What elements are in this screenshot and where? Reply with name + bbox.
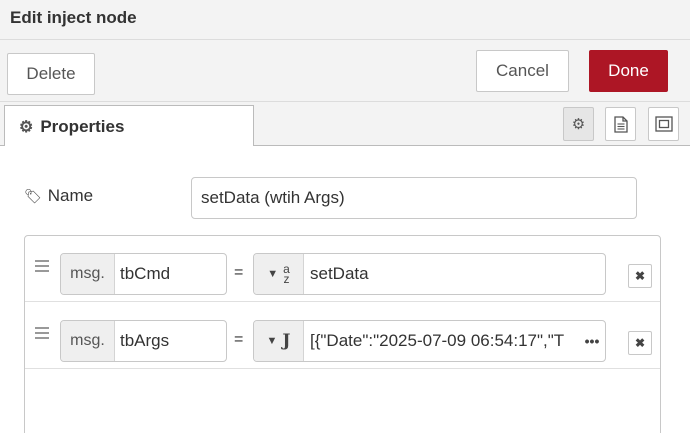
property-value[interactable]: setData bbox=[304, 254, 605, 294]
tab-properties-label: Properties bbox=[40, 116, 125, 136]
caret-down-icon: ▼ bbox=[267, 268, 279, 280]
property-name-value[interactable]: tbArgs bbox=[115, 321, 226, 361]
done-button[interactable]: Done bbox=[589, 50, 668, 92]
delete-button[interactable]: Delete bbox=[7, 53, 95, 95]
tab-properties[interactable]: ⚙ Properties bbox=[4, 105, 254, 147]
equals-sign: = bbox=[234, 264, 244, 281]
json-icon: J bbox=[282, 331, 291, 351]
property-value-field[interactable]: ▼ J [{"Date":"2025-07-09 06:54:17","T ••… bbox=[253, 320, 606, 362]
name-input[interactable] bbox=[191, 177, 637, 219]
dialog-titlebar: Edit inject node bbox=[0, 0, 690, 40]
property-value[interactable]: [{"Date":"2025-07-09 06:54:17","T bbox=[304, 321, 579, 361]
type-select[interactable]: ▼ J bbox=[254, 321, 304, 361]
gear-icon: ⚙ bbox=[19, 118, 34, 136]
msg-prefix: msg. bbox=[61, 321, 115, 361]
drag-handle-icon[interactable] bbox=[35, 260, 49, 275]
gear-icon: ⚙ bbox=[571, 116, 586, 133]
remove-property-button[interactable]: ✖ bbox=[628, 331, 652, 355]
name-label: 🏷 Name bbox=[24, 186, 93, 206]
property-row: msg. tbArgs = ▼ J [{"Date":"2025-07-09 0… bbox=[25, 303, 660, 369]
ellipsis-icon: ••• bbox=[584, 333, 600, 349]
dialog-title: Edit inject node bbox=[10, 8, 137, 27]
tag-icon: 🏷 bbox=[24, 187, 42, 204]
property-row: msg. tbCmd = ▼ az setData ✖ bbox=[25, 236, 660, 302]
string-az-icon: az bbox=[283, 262, 290, 286]
tab-bar: ⚙ Properties ⚙ bbox=[0, 102, 690, 147]
name-label-text: Name bbox=[47, 186, 94, 205]
expand-editor-button[interactable]: ••• bbox=[579, 321, 605, 361]
property-name-field[interactable]: msg. tbArgs bbox=[60, 320, 227, 362]
property-value-field[interactable]: ▼ az setData bbox=[253, 253, 606, 295]
msg-prefix: msg. bbox=[61, 254, 115, 294]
drag-handle-icon[interactable] bbox=[35, 327, 49, 342]
remove-property-button[interactable]: ✖ bbox=[628, 264, 652, 288]
property-list: msg. tbCmd = ▼ az setData ✖ msg. tbArgs … bbox=[24, 235, 661, 433]
cancel-button[interactable]: Cancel bbox=[476, 50, 569, 92]
property-name-value[interactable]: tbCmd bbox=[115, 254, 226, 294]
node-appearance-icon bbox=[654, 116, 673, 132]
dialog-toolbar: Delete Cancel Done bbox=[0, 40, 690, 102]
node-description-tab-button[interactable] bbox=[605, 107, 636, 141]
close-icon: ✖ bbox=[634, 336, 646, 350]
close-icon: ✖ bbox=[634, 269, 646, 283]
document-icon bbox=[613, 115, 628, 133]
equals-sign: = bbox=[234, 331, 244, 348]
properties-panel: 🏷 Name msg. tbCmd = ▼ az setData ✖ bbox=[0, 146, 690, 433]
node-properties-tab-button[interactable]: ⚙ bbox=[563, 107, 594, 141]
property-name-field[interactable]: msg. tbCmd bbox=[60, 253, 227, 295]
caret-down-icon: ▼ bbox=[266, 335, 278, 347]
type-select[interactable]: ▼ az bbox=[254, 254, 304, 294]
node-appearance-tab-button[interactable] bbox=[648, 107, 679, 141]
